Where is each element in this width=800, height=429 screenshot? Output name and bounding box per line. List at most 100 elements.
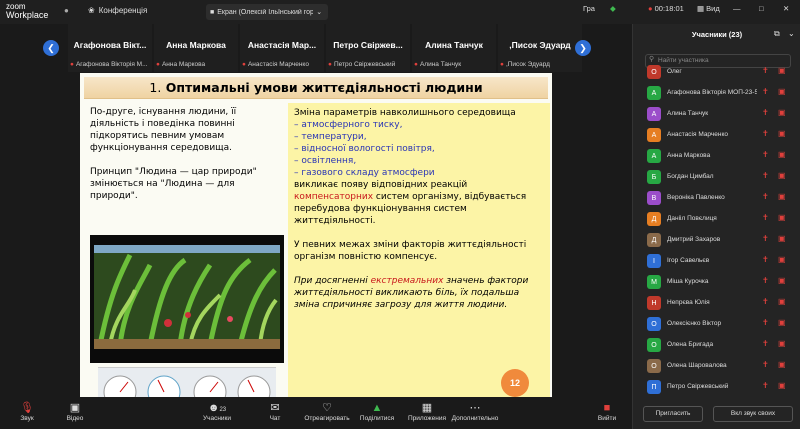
view-button[interactable]: ▦ Вид xyxy=(697,4,720,13)
audio-button[interactable]: 🎙 Звук xyxy=(2,401,52,422)
more-button[interactable]: ⋯ Дополнительно xyxy=(450,401,500,422)
participant-row[interactable]: Д Дмитрий Захаров ✝ ▣ xyxy=(643,230,793,251)
invite-button[interactable]: Пригласить xyxy=(643,406,703,422)
camera-off-icon: ▣ xyxy=(778,339,786,348)
hygrometer-image xyxy=(98,367,276,397)
participant-row[interactable]: А Агафонова Вікторія МОП-23-5... ✝ ▣ xyxy=(643,83,793,104)
recording-dot-icon: ● 00:18:01 xyxy=(648,4,684,13)
share-button[interactable]: ▲ Поділитися xyxy=(352,401,402,422)
mic-muted-icon: 🎙 xyxy=(20,402,34,414)
video-gallery: Агафонова Вікт... ● Агафонова Вікторія М..… xyxy=(0,24,632,74)
camera-off-icon: ▣ xyxy=(778,150,786,159)
zoom-logo: zoom Workplace xyxy=(6,2,49,20)
participant-row[interactable]: П Петро Свіржевський ✝ ▣ xyxy=(643,377,793,398)
slide-title: 1. Оптимальні умови життєдіяльності люди… xyxy=(84,77,548,99)
mic-muted-icon: ✝ xyxy=(762,276,769,285)
react-button[interactable]: ♡ Отреагировать xyxy=(302,401,352,422)
slide-page-number: 12 xyxy=(501,369,529,397)
camera-off-icon: ▣ xyxy=(778,129,786,138)
mic-muted-icon: ✝ xyxy=(762,318,769,327)
participant-row[interactable]: О Олена Шаровалова ✝ ▣ xyxy=(643,356,793,377)
mic-muted-icon: ✝ xyxy=(762,66,769,75)
grid-label: Гра xyxy=(583,4,595,13)
shared-slide: 1. Оптимальні умови життєдіяльності люди… xyxy=(80,73,552,397)
encryption-shield-icon: ◆ xyxy=(610,4,616,13)
chat-button[interactable]: ✉ Чат xyxy=(250,401,300,422)
video-tile[interactable]: Алина Танчук ● Алина Танчук xyxy=(412,24,496,72)
meeting-label: Конференція xyxy=(98,6,148,15)
participant-row[interactable]: Д Данііл Повєлиця ✝ ▣ xyxy=(643,209,793,230)
camera-off-icon: ▣ xyxy=(778,360,786,369)
camera-off-icon: ▣ xyxy=(778,255,786,264)
camera-icon: ▣ xyxy=(69,402,81,414)
aquarium-image xyxy=(90,235,284,363)
shield-icon[interactable]: ● xyxy=(64,6,69,15)
chevron-down-icon[interactable]: ⌄ xyxy=(316,8,322,16)
mic-muted-icon: ✝ xyxy=(762,339,769,348)
mic-muted-icon: ✝ xyxy=(762,297,769,306)
participants-panel: Учасники (23) ⧉ ⌄ Найти участника ⚲ О Оле… xyxy=(632,24,800,429)
participant-row[interactable]: Н Непрєва Юлія ✝ ▣ xyxy=(643,293,793,314)
participant-row[interactable]: О Олег ✝ ▣ xyxy=(643,62,793,83)
camera-off-icon: ▣ xyxy=(778,213,786,222)
paw-icon: ❀ xyxy=(88,6,95,15)
video-tile[interactable]: Анастасія Мар... ● Анастасія Марченко xyxy=(240,24,324,72)
participant-row[interactable]: О Олена Бригада ✝ ▣ xyxy=(643,335,793,356)
participants-button[interactable]: ☻23 Учасники xyxy=(192,401,242,422)
mic-muted-icon: ✝ xyxy=(762,171,769,180)
meeting-info[interactable]: ❀ Конференція xyxy=(88,6,147,15)
gallery-next-button[interactable]: ❯ xyxy=(575,40,591,56)
mic-muted-icon: ✝ xyxy=(762,108,769,117)
close-icon[interactable]: ✕ xyxy=(783,4,789,13)
participant-row[interactable]: М Міша Курочка ✝ ▣ xyxy=(643,272,793,293)
video-tile[interactable]: Анна Маркова ● Анна Маркова xyxy=(154,24,238,72)
participant-row[interactable]: Б Богдан Цимбал ✝ ▣ xyxy=(643,167,793,188)
popout-icon[interactable]: ⧉ xyxy=(774,29,780,39)
video-tile[interactable]: ,Писок Эдуард ● ,Писок Эдуард xyxy=(498,24,582,72)
unmute-all-button[interactable]: Вкл звук своих xyxy=(713,406,793,422)
slide-left-text: По-друге, існування людини, її діяльніст… xyxy=(90,107,257,201)
camera-off-icon: ▣ xyxy=(778,108,786,117)
camera-off-icon: ▣ xyxy=(778,87,786,96)
camera-off-icon: ▣ xyxy=(778,318,786,327)
more-icon: ⋯ xyxy=(469,402,481,414)
maximize-icon[interactable]: □ xyxy=(759,4,764,13)
mic-muted-icon: ✝ xyxy=(762,87,769,96)
mic-muted-icon: ✝ xyxy=(762,150,769,159)
video-tile[interactable]: Агафонова Вікт... ● Агафонова Вікторія М..… xyxy=(68,24,152,72)
screen-icon: ■ xyxy=(210,8,215,16)
camera-off-icon: ▣ xyxy=(778,276,786,285)
screen-share-indicator[interactable]: ■ Екран (Олексій Ільїнський гор ⌄ xyxy=(206,4,328,20)
video-tile[interactable]: Петро Свіржев... ● Петро Свіржевський xyxy=(326,24,410,72)
leave-icon: ■ xyxy=(603,402,611,414)
apps-icon: ▦ xyxy=(421,402,433,414)
mic-muted-icon: ✝ xyxy=(762,213,769,222)
camera-off-icon: ▣ xyxy=(778,234,786,243)
participant-row[interactable]: А Анастасія Марченко ✝ ▣ xyxy=(643,125,793,146)
participant-row[interactable]: А Алина Танчук ✝ ▣ xyxy=(643,104,793,125)
camera-off-icon: ▣ xyxy=(778,297,786,306)
slide-right-box: Зміна параметрів навколишнього середовищ… xyxy=(288,103,550,397)
leave-button[interactable]: ■ Вийти xyxy=(582,401,632,422)
participant-row[interactable]: А Анна Маркова ✝ ▣ xyxy=(643,146,793,167)
share-arrow-icon: ▲ xyxy=(371,402,383,414)
camera-off-icon: ▣ xyxy=(778,192,786,201)
more-icon[interactable]: ⌄ xyxy=(788,29,795,38)
participant-row[interactable]: І Ігор Савельєв ✝ ▣ xyxy=(643,251,793,272)
mic-muted-icon: ✝ xyxy=(762,360,769,369)
apps-button[interactable]: ▦ Приложения xyxy=(402,401,452,422)
camera-off-icon: ▣ xyxy=(778,66,786,75)
mic-muted-icon: ✝ xyxy=(762,381,769,390)
camera-off-icon: ▣ xyxy=(778,381,786,390)
minimize-icon[interactable]: — xyxy=(733,4,741,13)
camera-off-icon: ▣ xyxy=(778,171,786,180)
chat-icon: ✉ xyxy=(270,402,280,414)
participant-row[interactable]: О Олексієнко Віктор ✝ ▣ xyxy=(643,314,793,335)
meeting-toolbar: 🎙 Звук ▣ Відео ☻23 Учасники ✉ Чат ♡ Отреагиро… xyxy=(0,397,632,429)
people-icon: ☻23 xyxy=(207,402,227,414)
mic-muted-icon: ✝ xyxy=(762,129,769,138)
participant-row[interactable]: В Вероніка Павленко ✝ ▣ xyxy=(643,188,793,209)
gallery-prev-button[interactable]: ❮ xyxy=(43,40,59,56)
share-label: Екран (Олексій Ільїнський гор xyxy=(217,8,314,16)
video-button[interactable]: ▣ Відео xyxy=(50,401,100,422)
